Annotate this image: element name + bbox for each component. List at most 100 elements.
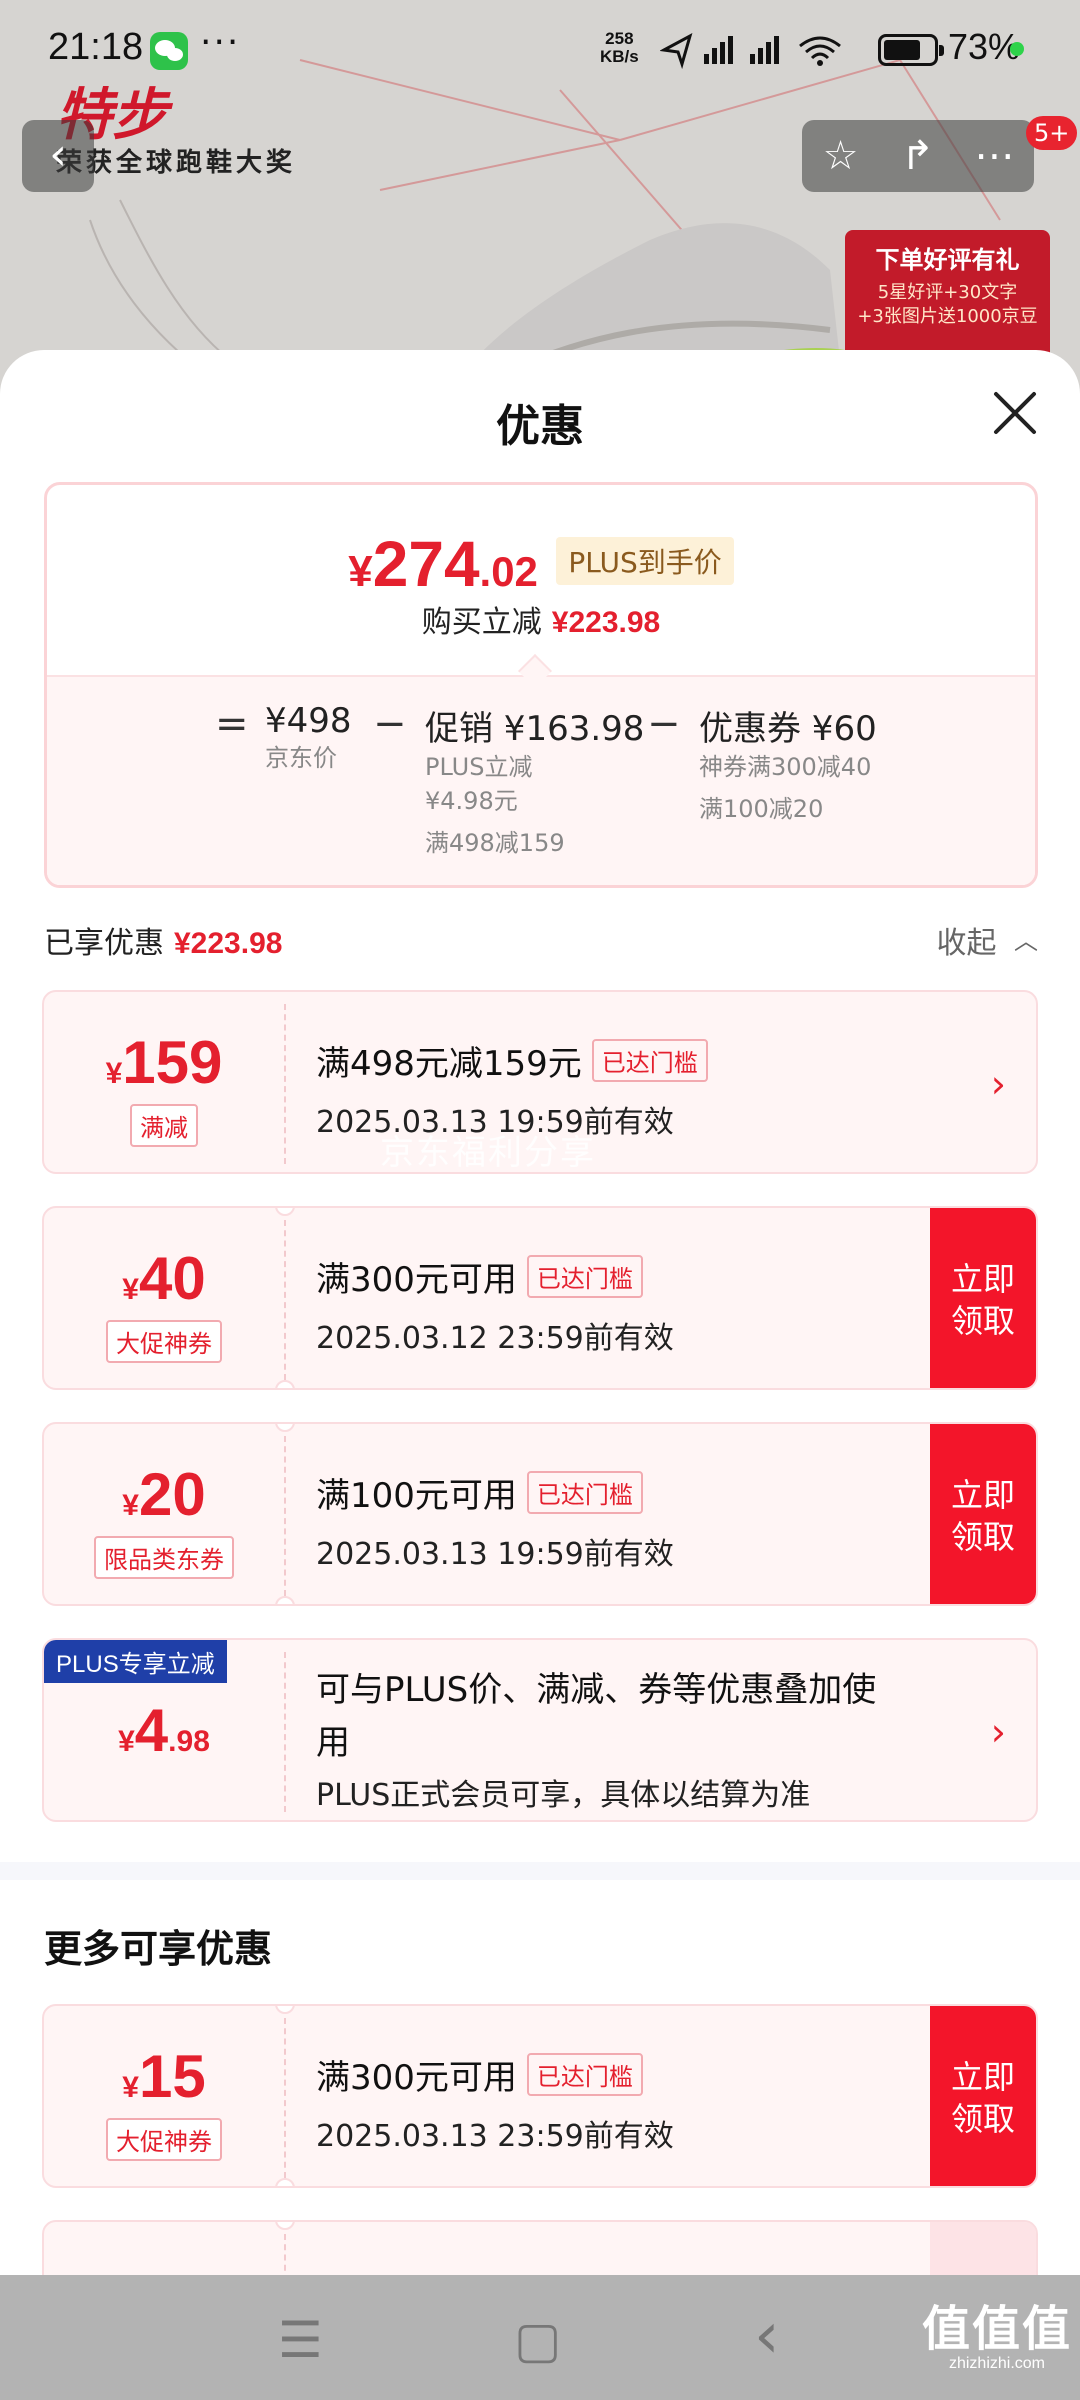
- coupon-divider: [284, 2018, 286, 2178]
- plus-desc-line-2: 用: [316, 1723, 350, 1763]
- claim-button[interactable]: 立即 领取: [930, 1424, 1036, 1604]
- coupon-total: 优惠券 ¥60: [699, 709, 877, 749]
- coupon-info: 满300元可用 已达门槛 2025.03.12 23:59前有效: [316, 1252, 674, 1357]
- coupon-info: 满300元可用 已达门槛 2025.03.13 23:59前有效: [316, 2050, 674, 2155]
- site-watermark: 值值值 zhizhizhi.com: [922, 2289, 1072, 2373]
- wechat-icon: [150, 32, 188, 70]
- threshold-badge: 已达门槛: [526, 1471, 643, 1514]
- coupon-validity: 2025.03.13 19:59前有效: [316, 1537, 674, 1572]
- status-time: 21:18: [48, 26, 144, 68]
- network-speed: 258 KB/s: [600, 30, 639, 66]
- status-bar: 21:18 ··· 258 KB/s 73%: [0, 0, 1080, 100]
- coupon-card-partial[interactable]: [42, 2220, 1038, 2275]
- promo-col: 促销 ¥163.98 PLUS立减 ¥4.98元 满498减159: [425, 701, 644, 860]
- jd-price-label: 京东价: [265, 744, 337, 772]
- coupon-currency: ¥: [105, 1057, 123, 1090]
- coupon-title: 满300元可用: [316, 1260, 517, 1300]
- chevron-right-icon[interactable]: ›: [991, 1710, 1006, 1754]
- coupon-validity: 2025.03.13 23:59前有效: [316, 2119, 674, 2154]
- charging-dot: [1010, 42, 1024, 56]
- close-icon[interactable]: [990, 388, 1040, 438]
- coupon-currency: ¥: [122, 1489, 139, 1522]
- price-summary: ¥274.02 PLUS到手价 购买立减 ¥223.98 = ¥498 京东价 −…: [44, 482, 1038, 888]
- location-icon: [660, 32, 693, 70]
- watermark: 京东福利分享: [380, 1133, 596, 1173]
- coupon-divider: [284, 1220, 286, 1380]
- system-nav-bar: ☰ ▢ ‹ 值值值 zhizhizhi.com: [0, 2275, 1080, 2400]
- coupon-divider: [284, 2234, 286, 2275]
- plus-currency: ¥: [118, 1725, 135, 1758]
- claim-button[interactable]: 立即 领取: [930, 1208, 1036, 1388]
- plus-amount-dec: .98: [168, 1725, 210, 1758]
- back-button[interactable]: ‹: [22, 120, 94, 192]
- price-integer: 274: [372, 528, 480, 600]
- coupon-divider: [284, 1004, 286, 1164]
- collapse-toggle[interactable]: 收起 ︿: [936, 918, 1038, 962]
- plus-offer-info: 可与PLUS价、满减、券等优惠叠加使 用 PLUS正式会员可享，具体以结算为准: [316, 1662, 876, 1814]
- save-label: 购买立减: [421, 605, 542, 640]
- final-price: ¥274.02 PLUS到手价: [47, 527, 1035, 601]
- promo-detail-3: 满498减159: [425, 829, 565, 857]
- coupon-value: ¥159 满减: [44, 992, 284, 1172]
- menu-icon[interactable]: ☰: [278, 2311, 323, 2369]
- speed-value: 258: [605, 29, 634, 48]
- home-icon[interactable]: ▢: [514, 2311, 561, 2369]
- enjoyed-amount: ¥223.98: [174, 927, 283, 960]
- plus-desc-line-3: PLUS正式会员可享，具体以结算为准: [316, 1778, 811, 1813]
- top-actions: ☆ ↱ ⋯: [802, 120, 1034, 192]
- status-more-icon: ···: [200, 22, 241, 63]
- price-decimal: .02: [479, 548, 538, 595]
- plus-offer-value: ¥4.98: [44, 1640, 284, 1820]
- plus-offer-card[interactable]: PLUS专享立减 ¥4.98 可与PLUS价、满减、券等优惠叠加使 用 PLUS…: [42, 1638, 1038, 1822]
- promo-line-2: +3张图片送1000京豆: [857, 306, 1038, 327]
- collapse-label: 收起: [936, 926, 997, 961]
- coupon-divider: [284, 1652, 286, 1812]
- battery-icon: [878, 34, 944, 66]
- jd-price-col: ¥498 京东价: [265, 701, 352, 775]
- signal-icon-2: [750, 36, 779, 64]
- plus-price-tag: PLUS到手价: [556, 537, 734, 585]
- promo-line-1: 5星好评+30文字: [877, 282, 1018, 303]
- more-icon[interactable]: ⋯: [956, 120, 1033, 192]
- coupon-amount: 40: [138, 1245, 206, 1312]
- chevron-right-icon[interactable]: ›: [991, 1062, 1006, 1106]
- jd-price: ¥498: [265, 701, 352, 741]
- coupon-validity: 2025.03.12 23:59前有效: [316, 1321, 674, 1356]
- coupon-title: 满498元减159元: [316, 1044, 582, 1084]
- more-offers-title: 更多可享优惠: [44, 1927, 273, 1971]
- back-icon[interactable]: ‹: [754, 2299, 780, 2373]
- claim-button[interactable]: [930, 2222, 1036, 2275]
- share-icon[interactable]: ↱: [879, 120, 956, 192]
- coupon-value: ¥40 大促神券: [44, 1208, 284, 1388]
- coupon-amount: 159: [122, 1029, 223, 1096]
- coupon-type-tag: 限品类东券: [94, 1536, 234, 1579]
- coupon-card[interactable]: ¥40 大促神券 满300元可用 已达门槛 2025.03.12 23:59前有效…: [42, 1206, 1038, 1390]
- enjoyed-label: 已享优惠: [44, 926, 164, 961]
- coupon-col: 优惠券 ¥60 神券满300减40 满100减20: [699, 701, 877, 826]
- signal-wifi-icons: [660, 32, 841, 70]
- discount-sheet: 优惠 ¥274.02 PLUS到手价 购买立减 ¥223.98 = ¥498 京东…: [0, 350, 1080, 2275]
- enjoyed-discount: 已享优惠 ¥223.98: [44, 918, 282, 962]
- cart-badge: 5+: [1026, 116, 1078, 150]
- site-logo: 值值值: [921, 2301, 1072, 2357]
- favorite-star-icon[interactable]: ☆: [802, 120, 879, 192]
- plus-amount-int: 4: [134, 1697, 169, 1764]
- equals-sign: =: [215, 701, 249, 747]
- sheet-title: 优惠: [496, 401, 584, 452]
- coupon-card[interactable]: ¥20 限品类东券 满100元可用 已达门槛 2025.03.13 19:59前有…: [42, 1422, 1038, 1606]
- claim-button[interactable]: 立即 领取: [930, 2006, 1036, 2186]
- chevron-up-icon: ︿: [1014, 927, 1038, 955]
- threshold-badge: 已达门槛: [591, 1039, 708, 1082]
- coupon-amount: 15: [138, 2043, 206, 2110]
- coupon-title: 满300元可用: [316, 2058, 517, 2098]
- coupon-notch: [275, 2222, 295, 2230]
- coupon-type-tag: 满减: [130, 1104, 198, 1147]
- promo-total: 促销 ¥163.98: [425, 709, 645, 749]
- coupon-card[interactable]: ¥15 大促神券 满300元可用 已达门槛 2025.03.13 23:59前有效…: [42, 2004, 1038, 2188]
- threshold-badge: 已达门槛: [526, 1255, 643, 1298]
- coupon-detail-1: 神券满300减40: [699, 753, 872, 781]
- minus-sign-1: −: [373, 701, 407, 747]
- promo-title: 下单好评有礼: [875, 246, 1020, 274]
- save-amount: ¥223.98: [551, 606, 661, 639]
- minus-sign-2: −: [647, 701, 681, 747]
